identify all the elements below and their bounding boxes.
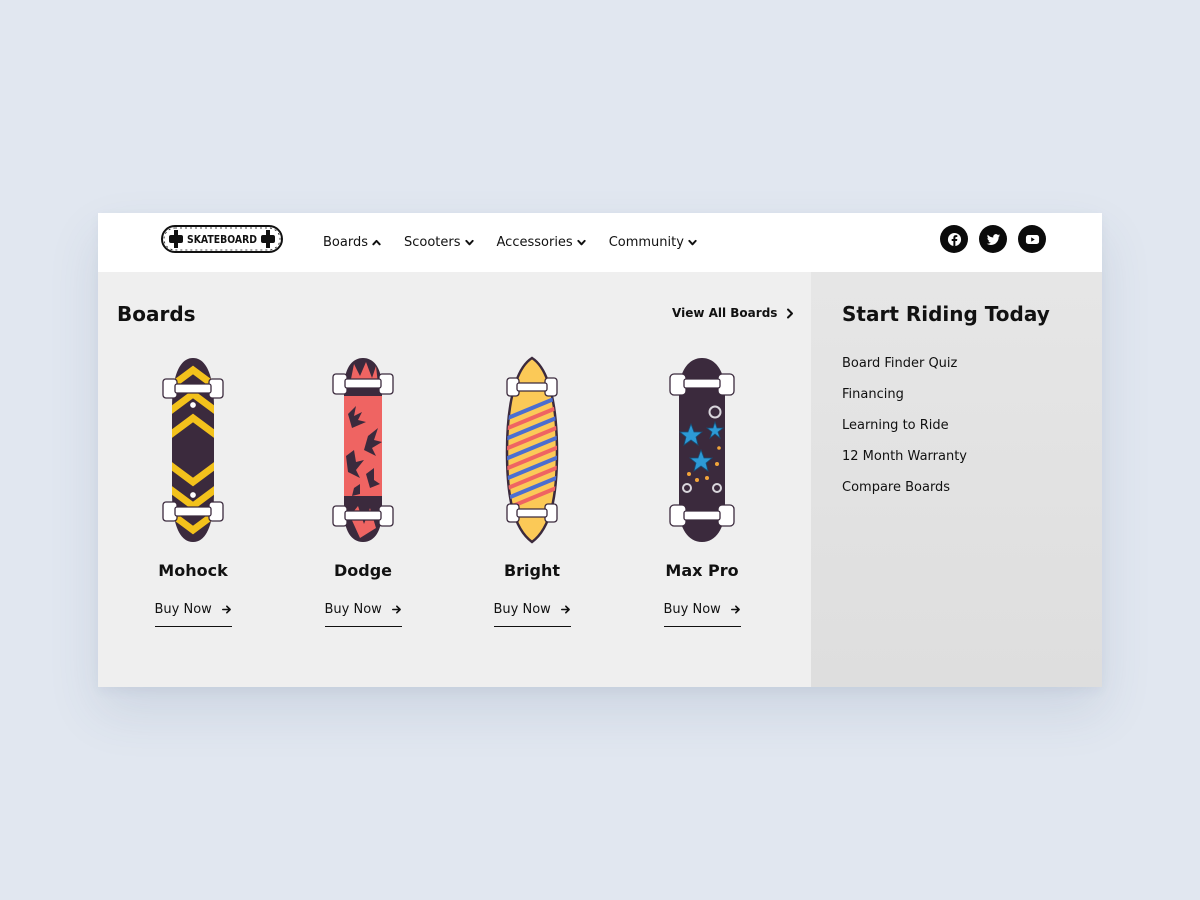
arrow-right-icon	[391, 605, 401, 614]
buy-now-button[interactable]: Buy Now	[663, 602, 741, 627]
buy-now-button[interactable]: Buy Now	[493, 602, 571, 627]
nav-community[interactable]: Community	[609, 235, 697, 250]
nav-boards[interactable]: Boards	[323, 235, 381, 250]
product-card-mohock: Mohock Buy Now	[133, 356, 253, 627]
boards-panel: Boards View All Boards Mohock Buy Now Do…	[98, 272, 811, 687]
logo-wordmark: SKATEBOARD	[187, 234, 257, 246]
product-card-max-pro: Max Pro Buy Now	[642, 356, 762, 627]
view-all-boards-label: View All Boards	[672, 306, 778, 320]
nav-boards-label: Boards	[323, 235, 368, 250]
twitter-icon	[986, 233, 1000, 245]
mohock-board-image[interactable]	[160, 356, 226, 544]
facebook-icon	[947, 232, 961, 246]
nav-community-label: Community	[608, 235, 684, 250]
youtube-button[interactable]	[1018, 225, 1046, 253]
max-pro-board-image[interactable]	[669, 356, 735, 544]
buy-now-label: Buy Now	[493, 602, 551, 617]
chevron-down-icon	[688, 239, 697, 246]
skateboard-logo[interactable]: SKATEBOARD	[159, 221, 285, 257]
link-board-finder-quiz[interactable]: Board Finder Quiz	[842, 356, 967, 387]
mega-menu-card: SKATEBOARD Boards Scooters Accessories C…	[98, 213, 1102, 687]
product-name: Mohock	[158, 561, 228, 580]
buy-now-button[interactable]: Buy Now	[154, 602, 232, 627]
twitter-button[interactable]	[979, 225, 1007, 253]
nav-scooters[interactable]: Scooters	[404, 235, 474, 250]
start-riding-links: Board Finder Quiz Financing Learning to …	[842, 356, 967, 511]
youtube-icon	[1025, 234, 1039, 244]
social-links	[940, 225, 1046, 253]
product-card-bright: Bright Buy Now	[472, 356, 592, 627]
view-all-boards-link[interactable]: View All Boards	[672, 306, 795, 320]
product-card-dodge: Dodge Buy Now	[303, 356, 423, 627]
buy-now-label: Buy Now	[663, 602, 721, 617]
product-name: Bright	[503, 561, 561, 580]
link-learning-to-ride[interactable]: Learning to Ride	[842, 418, 967, 449]
link-financing[interactable]: Financing	[842, 387, 967, 418]
arrow-right-icon	[221, 605, 231, 614]
nav-accessories-label: Accessories	[496, 235, 573, 250]
chevron-down-icon	[577, 239, 586, 246]
dodge-board-image[interactable]	[330, 356, 396, 544]
nav-accessories[interactable]: Accessories	[497, 235, 586, 250]
arrow-right-icon	[730, 605, 740, 614]
bright-board-image[interactable]	[499, 356, 565, 544]
boards-title: Boards	[117, 302, 196, 326]
buy-now-label: Buy Now	[154, 602, 212, 617]
link-compare-boards[interactable]: Compare Boards	[842, 480, 967, 511]
chevron-right-icon	[787, 308, 794, 318]
nav-scooters-label: Scooters	[403, 235, 461, 250]
arrow-right-icon	[560, 605, 570, 614]
buy-now-label: Buy Now	[324, 602, 382, 617]
product-name: Max Pro	[665, 561, 739, 580]
link-12-month-warranty[interactable]: 12 Month Warranty	[842, 449, 967, 480]
product-name: Dodge	[333, 561, 393, 580]
buy-now-button[interactable]: Buy Now	[324, 602, 402, 627]
chevron-up-icon	[372, 239, 381, 246]
start-riding-title: Start Riding Today	[842, 302, 1050, 326]
top-navigation-bar: SKATEBOARD Boards Scooters Accessories C…	[98, 213, 1102, 272]
start-riding-panel: Start Riding Today Board Finder Quiz Fin…	[811, 272, 1102, 687]
main-nav: Boards Scooters Accessories Community	[323, 213, 720, 272]
facebook-button[interactable]	[940, 225, 968, 253]
chevron-down-icon	[464, 239, 474, 246]
